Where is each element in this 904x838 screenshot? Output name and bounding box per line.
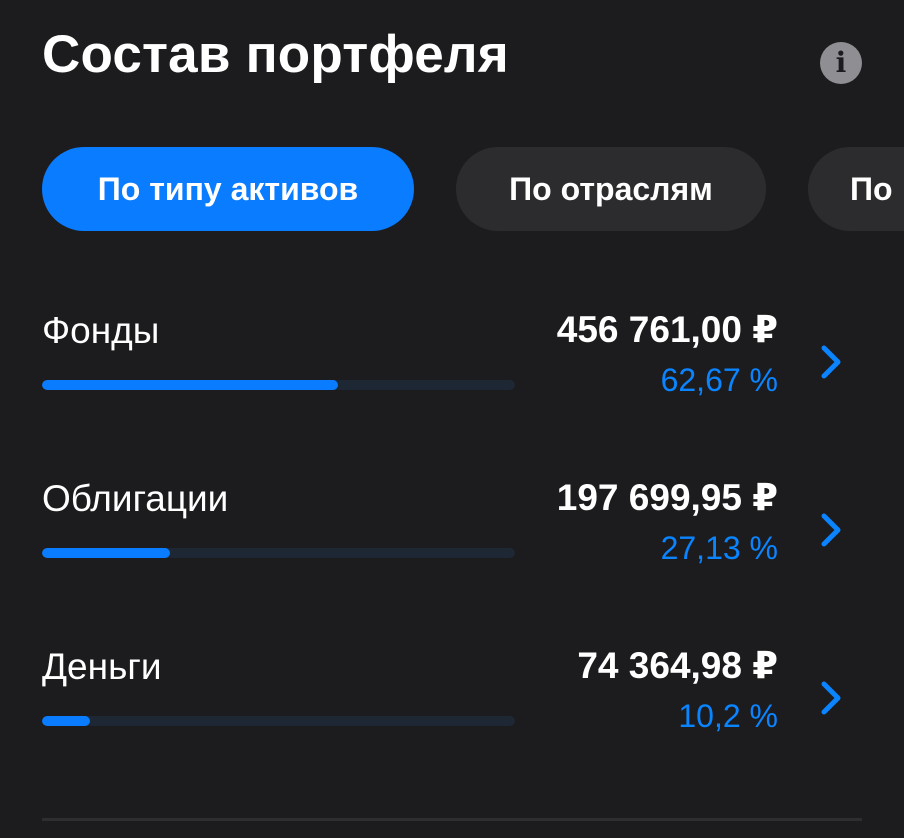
chevron-right-icon[interactable] (818, 342, 846, 382)
allocation-bar-fill (42, 548, 171, 558)
tab-by-asset-type[interactable]: По типу активов (42, 147, 414, 231)
tab-by-industry[interactable]: По отраслям (456, 147, 766, 231)
allocation-amount: 74 364,98 ₽ (577, 645, 778, 686)
allocation-bar-fill (42, 716, 91, 726)
allocation-row-bonds[interactable]: Облигации 197 699,95 ₽ 27,13 % (0, 453, 904, 603)
grouping-tabs: По типу активов По отраслям По (42, 147, 904, 231)
allocation-label: Деньги (42, 646, 162, 687)
allocation-label: Фонды (42, 310, 160, 351)
allocation-label: Облигации (42, 478, 229, 519)
allocation-percent: 27,13 % (660, 530, 778, 566)
tab-partial[interactable]: По (808, 147, 904, 231)
page-title: Состав портфеля (42, 25, 509, 84)
allocation-bar-track (42, 716, 515, 726)
allocation-amount: 456 761,00 ₽ (556, 309, 778, 350)
allocation-percent: 10,2 % (678, 698, 778, 734)
allocation-row-funds[interactable]: Фонды 456 761,00 ₽ 62,67 % (0, 285, 904, 435)
chevron-right-icon[interactable] (818, 678, 846, 718)
section-divider (42, 818, 862, 821)
allocation-bar-track (42, 380, 515, 390)
allocation-bar-track (42, 548, 515, 558)
info-icon[interactable]: i (820, 42, 862, 84)
chevron-right-icon[interactable] (818, 510, 846, 550)
allocation-bar-fill (42, 380, 339, 390)
allocation-percent: 62,67 % (660, 362, 778, 398)
allocation-amount: 197 699,95 ₽ (556, 477, 778, 518)
portfolio-composition-screen: Состав портфеля i По типу активов По отр… (0, 0, 904, 838)
allocation-row-cash[interactable]: Деньги 74 364,98 ₽ 10,2 % (0, 621, 904, 771)
